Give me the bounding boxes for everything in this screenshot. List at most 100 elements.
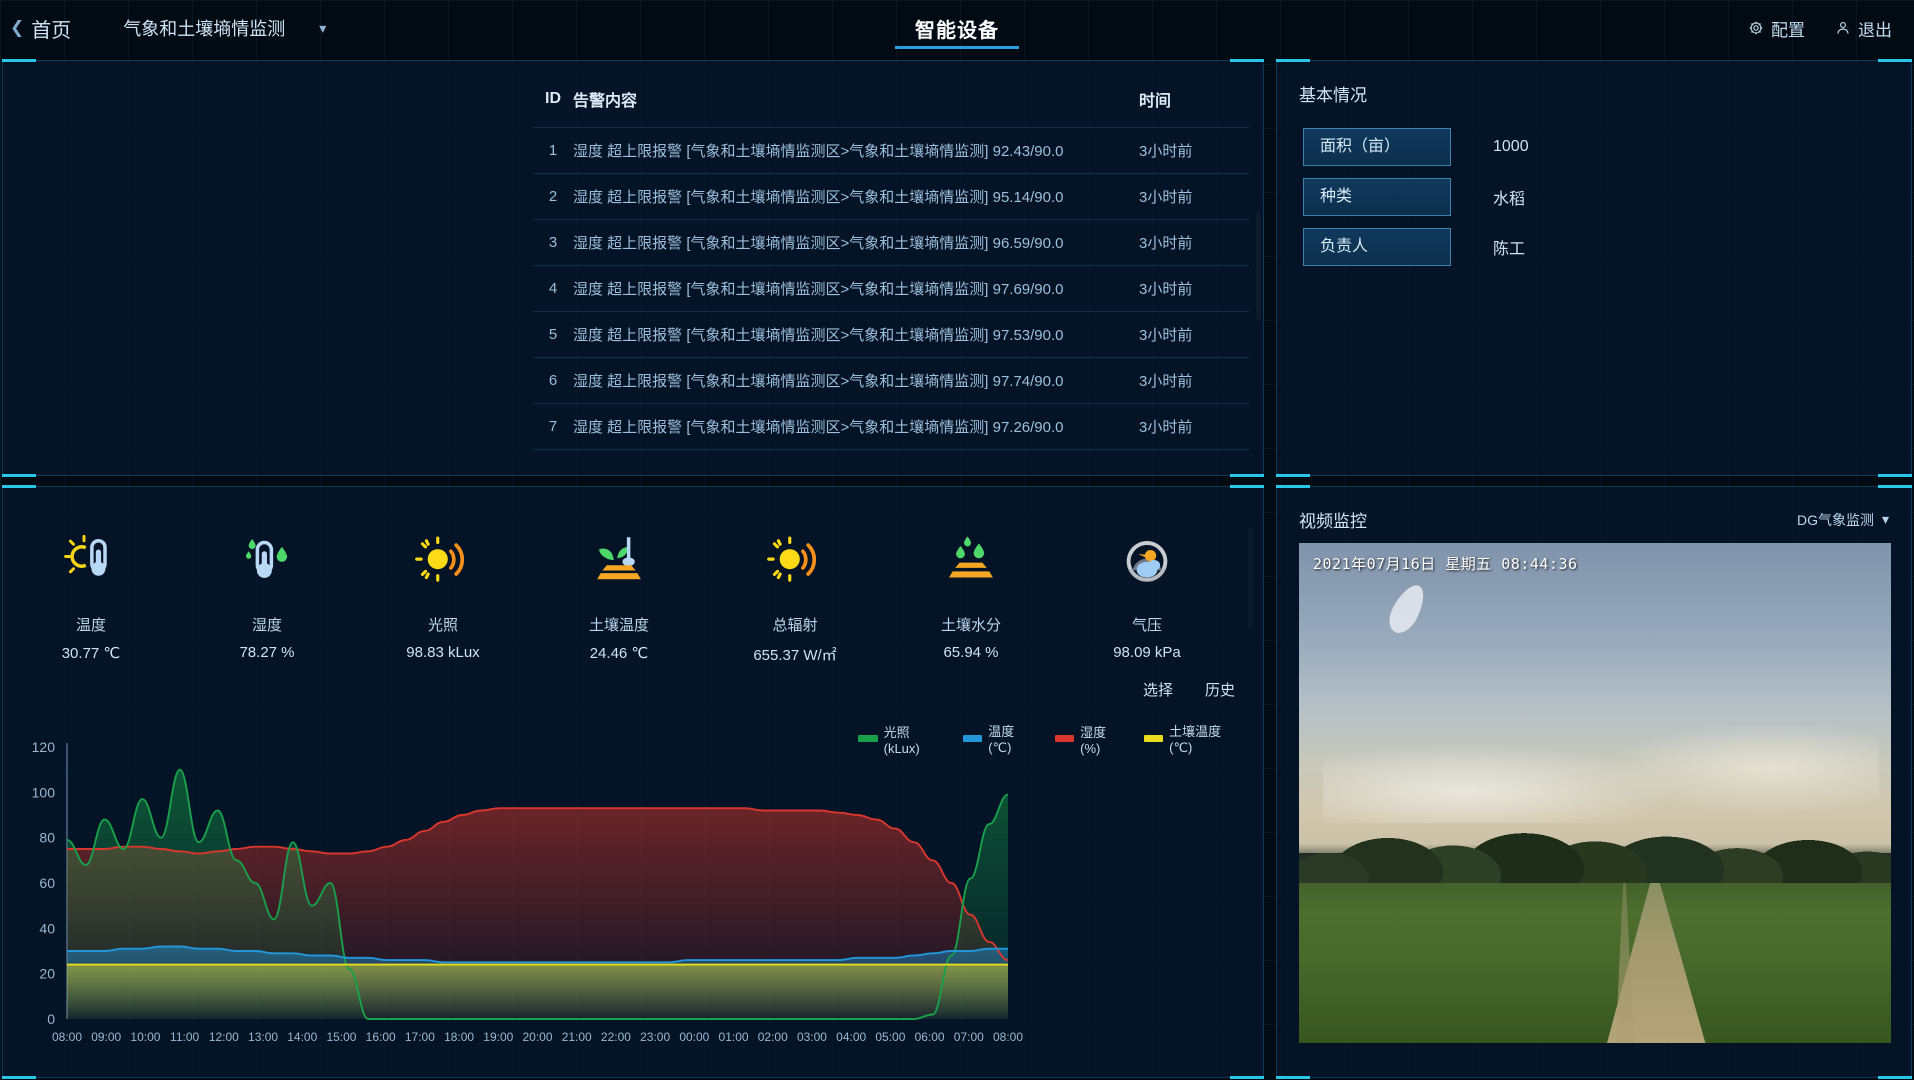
x-axis-tick: 02:00 (758, 1030, 788, 1044)
sensor-card[interactable]: 气压 98.09 kPa (1073, 523, 1221, 661)
y-axis-tick: 120 (32, 739, 56, 755)
history-button[interactable]: 历史 (1205, 679, 1235, 700)
video-panel: 视频监控 DG气象监测 ▾ 2021年07月16日 星期五 08:44:36 (1276, 486, 1912, 1078)
alarm-table-header: ID 告警内容 时间 (533, 61, 1249, 128)
x-axis-tick: 01:00 (719, 1030, 749, 1044)
x-axis-tick: 17:00 (405, 1030, 435, 1044)
sensor-strip: 温度 30.77 ℃ 湿度78.27 %光照98.83 kLux土壤温度24.46 … (3, 523, 1235, 665)
alarm-time: 3小时前 (1139, 312, 1249, 358)
sensor-name: 总辐射 (721, 614, 869, 635)
config-button[interactable]: 配置 (1748, 16, 1805, 41)
x-axis-tick: 00:00 (679, 1030, 709, 1044)
sensor-name: 温度 (17, 614, 165, 635)
sensor-card[interactable]: 土壤温度24.46 ℃ (545, 523, 693, 662)
x-axis-tick: 14:00 (287, 1030, 317, 1044)
x-axis-tick: 19:00 (483, 1030, 513, 1044)
table-row[interactable]: 3湿度 超上限报警 [气象和土壤墒情监测区>气象和土壤墒情监测] 96.59/9… (533, 220, 1249, 266)
alarm-content: 湿度 超上限报警 [气象和土壤墒情监测区>气象和土壤墒情监测] 97.74/90… (573, 358, 1139, 404)
y-axis-tick: 40 (39, 920, 55, 936)
logout-label: 退出 (1858, 16, 1892, 41)
sensor-value: 98.09 kPa (1073, 644, 1221, 661)
trend-chart: 光照(kLux)温度(℃)湿度(%)土壤温度(℃) 02040608010012… (3, 715, 1243, 1075)
sensor-scrollbar[interactable] (1248, 527, 1253, 627)
header-actions: 配置 退出 (1748, 16, 1892, 41)
x-axis-tick: 05:00 (875, 1030, 905, 1044)
x-axis-tick: 09:00 (91, 1030, 121, 1044)
alarm-time: 3小时前 (1139, 358, 1249, 404)
basic-info-panel: 基本情况 面积（亩）1000种类水稻负责人陈工 (1276, 60, 1912, 476)
project-selector[interactable]: 气象和土壤墒情监测 ▾ (123, 15, 326, 41)
video-stream[interactable]: 2021年07月16日 星期五 08:44:36 (1299, 543, 1891, 1043)
x-axis-tick: 03:00 (797, 1030, 827, 1044)
select-button[interactable]: 选择 (1143, 679, 1173, 700)
x-axis-tick: 23:00 (640, 1030, 670, 1044)
basic-info-key[interactable]: 面积（亩） (1303, 128, 1451, 166)
basic-info-rows: 面积（亩）1000种类水稻负责人陈工 (1303, 128, 1911, 266)
sun-radiation-icon (721, 523, 869, 597)
alarm-scrollbar[interactable] (1256, 211, 1261, 321)
camera-label: DG气象监测 (1797, 510, 1874, 530)
project-name: 气象和土壤墒情监测 (123, 15, 285, 41)
alarm-id: 6 (533, 358, 573, 404)
back-label: 首页 (31, 14, 71, 43)
chart-canvas: 02040608010012008:0009:0010:0011:0012:00… (3, 737, 1243, 1067)
soil-moisture-icon (897, 523, 1045, 597)
sensor-value: 655.37 W/㎡ (721, 644, 869, 665)
sensor-card[interactable]: 温度 30.77 ℃ (17, 523, 165, 662)
sensor-name: 土壤水分 (897, 614, 1045, 635)
sensor-name: 光照 (369, 614, 517, 635)
alarm-content: 湿度 超上限报警 [气象和土壤墒情监测区>气象和土壤墒情监测] 97.26/90… (573, 404, 1139, 450)
back-to-home-button[interactable]: ❮ 首页 (10, 14, 71, 43)
tab-label: 智能设备 (915, 14, 999, 43)
table-row[interactable]: 5湿度 超上限报警 [气象和土壤墒情监测区>气象和土壤墒情监测] 97.53/9… (533, 312, 1249, 358)
x-axis-tick: 22:00 (601, 1030, 631, 1044)
basic-info-value: 陈工 (1493, 235, 1525, 259)
sensor-name: 气压 (1073, 614, 1221, 635)
alarm-content: 湿度 超上限报警 [气象和土壤墒情监测区>气象和土壤墒情监测] 96.59/90… (573, 220, 1139, 266)
alarm-time: 3小时前 (1139, 266, 1249, 312)
table-row[interactable]: 7湿度 超上限报警 [气象和土壤墒情监测区>气象和土壤墒情监测] 97.26/9… (533, 404, 1249, 450)
tab-smart-device[interactable]: 智能设备 (895, 0, 1019, 56)
alarm-id: 7 (533, 404, 573, 450)
alarm-content: 湿度 超上限报警 [气象和土壤墒情监测区>气象和土壤墒情监测] 92.43/90… (573, 128, 1139, 174)
camera-selector[interactable]: DG气象监测 ▾ (1797, 510, 1889, 530)
alarm-id: 4 (533, 266, 573, 312)
basic-info-key[interactable]: 种类 (1303, 178, 1451, 216)
basic-info-key[interactable]: 负责人 (1303, 228, 1451, 266)
config-label: 配置 (1771, 16, 1805, 41)
table-row[interactable]: 2湿度 超上限报警 [气象和土壤墒情监测区>气象和土壤墒情监测] 95.14/9… (533, 174, 1249, 220)
chart-toolbar: 选择 历史 (1143, 679, 1235, 700)
x-axis-tick: 08:00 (52, 1030, 82, 1044)
column-header-content: 告警内容 (573, 61, 1139, 128)
video-cloud (1607, 723, 1879, 813)
sensor-card[interactable]: 土壤水分 65.94 % (897, 523, 1045, 661)
sun-thermometer-icon (17, 523, 165, 597)
chevron-down-icon: ▾ (319, 20, 326, 37)
basic-info-row: 负责人 陈工 (1303, 228, 1911, 266)
sensor-chart-panel: 温度 30.77 ℃ 湿度78.27 %光照98.83 kLux土壤温度24.46 … (2, 486, 1264, 1078)
video-title: 视频监控 (1299, 507, 1367, 532)
table-row[interactable]: 6湿度 超上限报警 [气象和土壤墒情监测区>气象和土壤墒情监测] 97.74/9… (533, 358, 1249, 404)
alarm-id: 5 (533, 312, 573, 358)
sensor-card[interactable]: 总辐射 655.37 W/㎡ (721, 523, 869, 665)
humidity-thermometer-icon (193, 523, 341, 597)
logout-button[interactable]: 退出 (1835, 16, 1892, 41)
x-axis-tick: 18:00 (444, 1030, 474, 1044)
user-icon (1835, 20, 1851, 36)
sensor-value: 78.27 % (193, 644, 341, 661)
sensor-card[interactable]: 湿度78.27 % (193, 523, 341, 661)
x-axis-tick: 15:00 (326, 1030, 356, 1044)
sensor-value: 65.94 % (897, 644, 1045, 661)
table-row[interactable]: 1湿度 超上限报警 [气象和土壤墒情监测区>气象和土壤墒情监测] 92.43/9… (533, 128, 1249, 174)
alarm-table-wrap: ID 告警内容 时间 1湿度 超上限报警 [气象和土壤墒情监测区>气象和土壤墒情… (533, 61, 1249, 475)
alarm-id: 2 (533, 174, 573, 220)
x-axis-tick: 11:00 (170, 1030, 199, 1044)
sun-rays-icon (369, 523, 517, 597)
x-axis-tick: 10:00 (130, 1030, 160, 1044)
sensor-value: 24.46 ℃ (545, 644, 693, 662)
table-row[interactable]: 4湿度 超上限报警 [气象和土壤墒情监测区>气象和土壤墒情监测] 97.69/9… (533, 266, 1249, 312)
x-axis-tick: 21:00 (562, 1030, 592, 1044)
sensor-value: 30.77 ℃ (17, 644, 165, 662)
sensor-card[interactable]: 光照98.83 kLux (369, 523, 517, 661)
video-header: 视频监控 DG气象监测 ▾ (1277, 487, 1911, 532)
